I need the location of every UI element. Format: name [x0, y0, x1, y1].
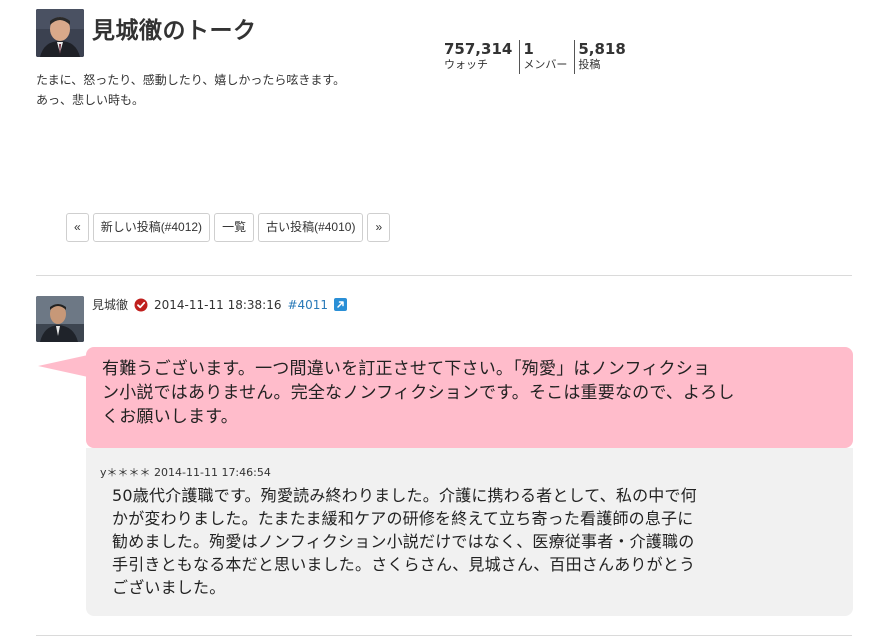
reply-author: y＊＊＊＊: [100, 466, 151, 479]
post-meta: 見城徹 2014-11-11 18:38:16 #4011: [92, 296, 348, 313]
stat-watch-value: 757,314: [444, 40, 513, 58]
post-message-bubble: 有難うございます。一つ間違いを訂正させて下さい。「殉愛」はノンフィクショ ン小説…: [86, 347, 853, 448]
channel-description-line: あっ、悲しい時も。: [36, 93, 145, 107]
post-timestamp: 2014-11-11 18:38:16: [154, 297, 282, 312]
last-page-button[interactable]: »: [367, 213, 391, 242]
post-message-line: ン小説ではありません。完全なノンフィクションです。そこは重要なので、よろし: [102, 383, 735, 403]
channel-title: 見城徹のトーク: [92, 18, 257, 44]
channel-avatar[interactable]: [36, 9, 84, 57]
channel-avatar-image: [36, 9, 84, 57]
reply-text-line: 50歳代介護職です。殉愛読み終わりました。介護に携わる者として、私の中で何: [112, 486, 697, 505]
post-pager: « 新しい投稿(#4012) 一覧 古い投稿(#4010) »: [66, 213, 391, 242]
reply-text-line: 勧めました。殉愛はノンフィクション小説だけではなく、医療従事者・介護職の: [112, 532, 695, 551]
divider: [36, 635, 852, 636]
stat-members[interactable]: 1 メンバー: [520, 40, 576, 74]
post-message-line: 有難うございます。一つ間違いを訂正させて下さい。「殉愛」はノンフィクショ: [102, 359, 711, 379]
older-post-button[interactable]: 古い投稿(#4010): [258, 213, 364, 242]
stat-watch[interactable]: 757,314 ウォッチ: [441, 40, 521, 74]
stat-posts[interactable]: 5,818 投稿: [575, 40, 632, 74]
channel-stats: 757,314 ウォッチ 1 メンバー 5,818 投稿: [441, 40, 633, 74]
divider: [36, 275, 852, 276]
reply-text: 50歳代介護職です。殉愛読み終わりました。介護に携わる者として、私の中で何 かが…: [100, 484, 839, 599]
quoted-reply: y＊＊＊＊ 2014-11-11 17:46:54 50歳代介護職です。殉愛読み…: [86, 448, 853, 616]
verified-badge-icon: [134, 298, 148, 312]
channel-description: たまに、怒ったり、感動したり、嬉しかったら呟きます。 あっ、悲しい時も。: [36, 70, 345, 110]
stat-members-label: メンバー: [523, 58, 568, 71]
first-page-button[interactable]: «: [66, 213, 89, 242]
post-number-link[interactable]: #4011: [287, 298, 328, 312]
stat-watch-label: ウォッチ: [444, 58, 488, 71]
post-message-line: くお願いします。: [102, 407, 238, 427]
author-avatar-image: [36, 296, 84, 342]
stat-posts-label: 投稿: [578, 58, 601, 71]
reply-meta: y＊＊＊＊ 2014-11-11 17:46:54: [100, 464, 839, 480]
reply-text-line: ございました。: [112, 578, 226, 597]
bubble-tail: [38, 355, 88, 377]
reply-text-line: かが変わりました。たまたま緩和ケアの研修を終えて立ち寄った看護師の息子に: [112, 509, 694, 528]
stat-posts-value: 5,818: [578, 40, 626, 58]
post-list-button[interactable]: 一覧: [214, 213, 255, 242]
channel-description-line: たまに、怒ったり、感動したり、嬉しかったら呟きます。: [36, 73, 346, 87]
reply-timestamp: 2014-11-11 17:46:54: [154, 466, 271, 479]
stat-members-value: 1: [523, 40, 534, 58]
author-avatar[interactable]: [36, 296, 84, 342]
external-link-icon[interactable]: [334, 298, 348, 311]
newer-post-button[interactable]: 新しい投稿(#4012): [92, 213, 211, 242]
reply-text-line: 手引きともなる本だと思いました。さくらさん、見城さん、百田さんありがとう: [112, 555, 696, 574]
post-author[interactable]: 見城徹: [92, 296, 128, 313]
